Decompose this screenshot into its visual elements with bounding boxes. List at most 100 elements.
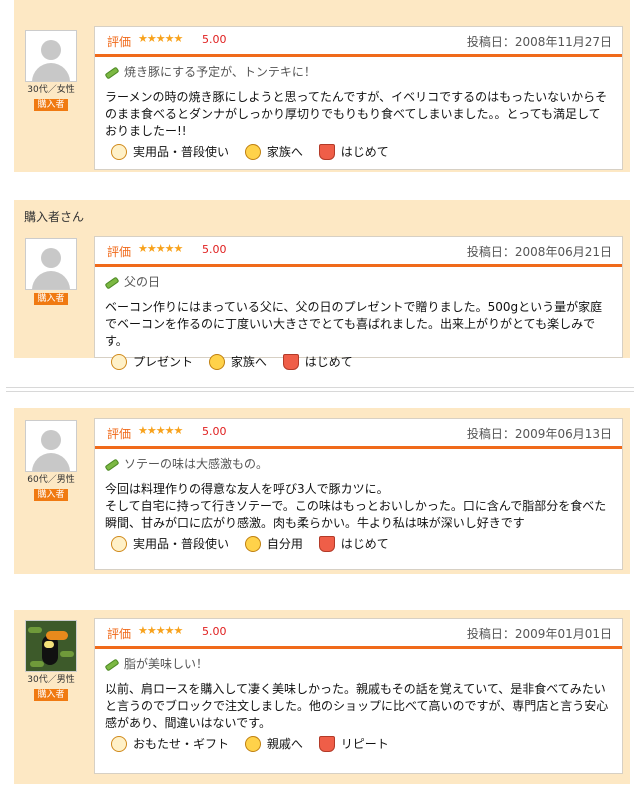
- tag-purpose: 実用品・普段使い: [111, 534, 229, 554]
- review-title-row: 脂が美味しい！: [104, 655, 612, 673]
- tag-frequency: はじめて: [318, 534, 389, 554]
- reviewer-age-gender: 60代／男性: [27, 475, 75, 485]
- rating-label: 評価: [107, 427, 132, 441]
- toucan-avatar-photo: [25, 620, 77, 672]
- hand-icon: [111, 143, 127, 160]
- avatar-placeholder-icon: [25, 420, 77, 472]
- family-icon: [244, 143, 261, 160]
- star-rating-icon: ★★★★★: [138, 624, 183, 637]
- hand-icon: [111, 535, 127, 552]
- tag-frequency: はじめて: [282, 352, 353, 372]
- reviewer-age-gender: 30代／男性: [27, 675, 75, 685]
- pencil-icon: [104, 458, 120, 471]
- review-card: 評価 ★★★★★ 5.00 投稿日：2008年06月21日 父の日 ベーコン作り…: [94, 236, 623, 370]
- family-icon: [244, 535, 261, 552]
- rating-label: 評価: [107, 35, 132, 49]
- basket-icon: [318, 143, 335, 160]
- review-body: ラーメンの時の焼き豚にしようと思ってたんですが、イベリコでするのはもったいないか…: [105, 90, 608, 138]
- review-title: 脂が美味しい！: [124, 657, 209, 671]
- tag-label: 家族へ: [230, 355, 267, 369]
- review-body: 今回は料理作りの得意な友人を呼び3人で豚カツに。 そして自宅に持って行きソテーで…: [105, 482, 607, 530]
- post-date: 投稿日：2008年11月27日: [466, 35, 612, 49]
- family-icon: [208, 353, 225, 370]
- tag-label: はじめて: [304, 355, 353, 369]
- review-tags: プレゼント 家族へ はじめて: [111, 352, 622, 372]
- tag-purpose: プレゼント: [111, 352, 193, 372]
- buyer-badge: 購入者: [34, 99, 68, 111]
- review-2: 購入者さん 購入者 評価 ★★★★★ 5.00 投稿日：2008年06月21日 …: [14, 200, 630, 370]
- reviewer-profile: 60代／男性 購入者: [24, 420, 78, 501]
- reviewer-profile: 購入者: [24, 238, 78, 305]
- review-body: 以前、肩ロースを購入して凄く美味しかった。親戚もその話を覚えていて、是非食べてみ…: [105, 682, 609, 730]
- basket-icon: [282, 353, 299, 370]
- rating-score: 5.00: [202, 33, 227, 46]
- section-divider: [6, 387, 634, 392]
- review-card: 評価 ★★★★★ 5.00 投稿日：2008年11月27日 焼き豚にする予定が、…: [94, 26, 623, 170]
- tag-label: はじめて: [340, 537, 389, 551]
- buyer-badge: 購入者: [34, 293, 68, 305]
- review-title-row: 焼き豚にする予定が、トンテキに！: [104, 63, 612, 81]
- review-card: 評価 ★★★★★ 5.00 投稿日：2009年01月01日 脂が美味しい！ 以前…: [94, 618, 623, 774]
- review-card: 評価 ★★★★★ 5.00 投稿日：2009年06月13日 ソテーの味は大感激も…: [94, 418, 623, 570]
- review-title: 焼き豚にする予定が、トンテキに！: [124, 65, 316, 79]
- tag-purpose: 実用品・普段使い: [111, 142, 229, 162]
- tag-label: 家族へ: [266, 145, 303, 159]
- basket-icon: [318, 735, 335, 752]
- review-body: ベーコン作りにはまっている父に、父の日のプレゼントで贈りました。500gという量…: [105, 300, 603, 348]
- basket-icon: [318, 535, 335, 552]
- review-header: 評価 ★★★★★ 5.00 投稿日：2008年06月21日: [95, 237, 622, 267]
- review-4: 30代／男性 購入者 評価 ★★★★★ 5.00 投稿日：2009年01月01日…: [14, 610, 630, 784]
- tag-label: 実用品・普段使い: [133, 537, 230, 551]
- star-rating-icon: ★★★★★: [138, 32, 183, 45]
- rating-score: 5.00: [202, 425, 227, 438]
- review-title: 父の日: [124, 275, 161, 289]
- tag-label: 自分用: [266, 537, 303, 551]
- post-date: 投稿日：2009年06月13日: [466, 427, 612, 441]
- review-tags: 実用品・普段使い 家族へ はじめて: [111, 142, 622, 162]
- avatar-placeholder-icon: [25, 30, 77, 82]
- star-rating-icon: ★★★★★: [138, 424, 183, 437]
- tag-label: 実用品・普段使い: [133, 145, 230, 159]
- tag-recipient: 自分用: [244, 534, 303, 554]
- review-1: 30代／女性 購入者 評価 ★★★★★ 5.00 投稿日：2008年11月27日…: [14, 0, 630, 172]
- pencil-icon: [104, 658, 120, 671]
- review-header: 評価 ★★★★★ 5.00 投稿日：2008年11月27日: [95, 27, 622, 57]
- post-date: 投稿日：2008年06月21日: [466, 245, 612, 259]
- rating-score: 5.00: [202, 625, 227, 638]
- buyer-badge: 購入者: [34, 689, 68, 701]
- avatar-placeholder-icon: [25, 238, 77, 290]
- review-3: 60代／男性 購入者 評価 ★★★★★ 5.00 投稿日：2009年06月13日…: [14, 408, 630, 574]
- tag-purpose: おもたせ・ギフト: [111, 734, 229, 754]
- family-icon: [244, 735, 261, 752]
- review-title: ソテーの味は大感激もの。: [124, 457, 269, 471]
- tag-label: おもたせ・ギフト: [133, 737, 230, 751]
- review-tags: 実用品・普段使い 自分用 はじめて: [111, 534, 622, 554]
- tag-label: はじめて: [340, 145, 389, 159]
- hand-icon: [111, 735, 127, 752]
- review-header: 評価 ★★★★★ 5.00 投稿日：2009年06月13日: [95, 419, 622, 449]
- rating-score: 5.00: [202, 243, 227, 256]
- tag-frequency: リピート: [318, 734, 389, 754]
- reviewer-age-gender: 30代／女性: [27, 85, 75, 95]
- tag-label: プレゼント: [133, 355, 194, 369]
- pencil-icon: [104, 276, 120, 289]
- review-tags: おもたせ・ギフト 親戚へ リピート: [111, 734, 622, 754]
- tag-recipient: 家族へ: [208, 352, 267, 372]
- tag-label: リピート: [340, 737, 389, 751]
- reviewer-profile: 30代／女性 購入者: [24, 30, 78, 111]
- review-title-row: 父の日: [104, 273, 612, 291]
- pencil-icon: [104, 66, 120, 79]
- reviewer-profile: 30代／男性 購入者: [24, 620, 78, 701]
- review-header: 評価 ★★★★★ 5.00 投稿日：2009年01月01日: [95, 619, 622, 649]
- post-date: 投稿日：2009年01月01日: [466, 627, 612, 641]
- star-rating-icon: ★★★★★: [138, 242, 183, 255]
- rating-label: 評価: [107, 627, 132, 641]
- tag-recipient: 親戚へ: [244, 734, 303, 754]
- tag-label: 親戚へ: [266, 737, 303, 751]
- tag-recipient: 家族へ: [244, 142, 303, 162]
- hand-icon: [111, 353, 127, 370]
- rating-label: 評価: [107, 245, 132, 259]
- tag-frequency: はじめて: [318, 142, 389, 162]
- reviewer-name: 購入者さん: [24, 210, 85, 224]
- buyer-badge: 購入者: [34, 489, 68, 501]
